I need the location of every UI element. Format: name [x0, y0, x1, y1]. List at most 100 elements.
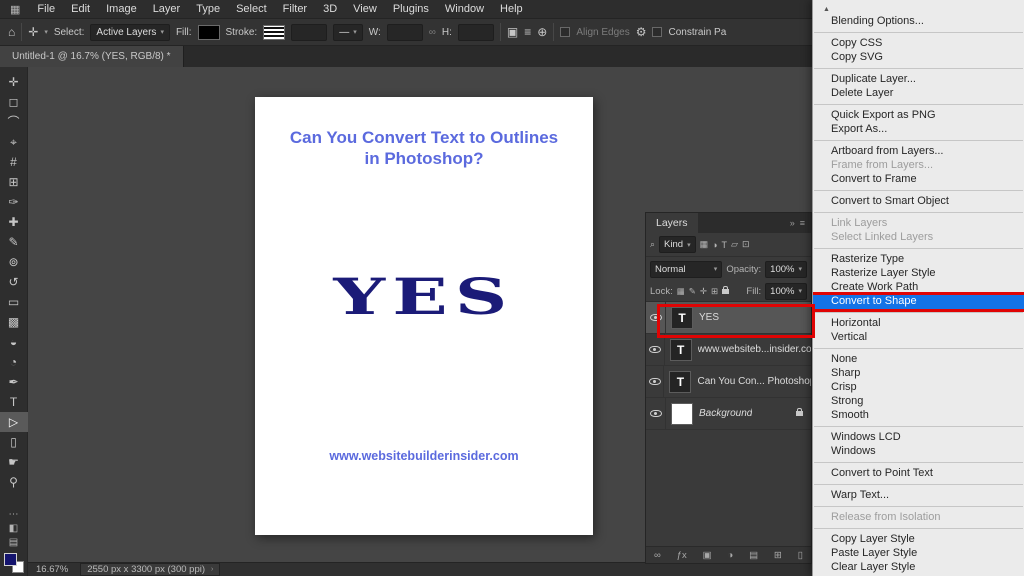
menu-item-none[interactable]: None	[813, 353, 1024, 367]
menu-item-vertical[interactable]: Vertical	[813, 331, 1024, 345]
link-layers-icon[interactable]: ∞	[654, 550, 661, 561]
path-arrange-icon[interactable]: ⊕	[537, 25, 547, 39]
menu-item-duplicate-layer[interactable]: Duplicate Layer...	[813, 73, 1024, 87]
layer-thumbnail[interactable]: T	[669, 371, 691, 393]
fill-swatch[interactable]	[198, 25, 220, 40]
menu-item-copy-css[interactable]: Copy CSS	[813, 37, 1024, 51]
app-grid-icon[interactable]: ▦	[0, 3, 29, 16]
healing-brush-tool[interactable]: ✚	[0, 212, 28, 232]
layer-mask-icon[interactable]: ▣	[703, 550, 712, 561]
quick-mask-icon[interactable]: ◧	[9, 523, 18, 534]
align-edges-checkbox[interactable]	[560, 27, 570, 37]
rectangle-tool[interactable]: ▯	[0, 432, 28, 452]
zoom-tool[interactable]: ⚲	[0, 472, 28, 492]
crop-tool[interactable]: #	[0, 152, 28, 172]
zoom-level[interactable]: 16.67%	[28, 564, 80, 575]
eraser-tool[interactable]: ▭	[0, 292, 28, 312]
type-tool[interactable]: T	[0, 392, 28, 412]
menu-help[interactable]: Help	[492, 3, 531, 15]
menu-view[interactable]: View	[345, 3, 385, 15]
fill-dropdown[interactable]: 100% ▾	[765, 283, 807, 300]
filter-pixel-icon[interactable]: ▦	[700, 239, 709, 250]
menu-item-quick-export-png[interactable]: Quick Export as PNG	[813, 109, 1024, 123]
blend-mode-dropdown[interactable]: Normal ▾	[650, 261, 722, 278]
menu-3d[interactable]: 3D	[315, 3, 345, 15]
filter-shape-icon[interactable]: ▱	[731, 239, 738, 250]
stroke-type-dropdown[interactable]: — ▾	[333, 24, 363, 41]
clone-stamp-tool[interactable]: ⊚	[0, 252, 28, 272]
menu-item-blending-options[interactable]: Blending Options...	[813, 15, 1024, 29]
filter-kind-dropdown[interactable]: Kind ▾	[659, 236, 696, 253]
collapse-panel-icon[interactable]: »	[790, 218, 795, 228]
link-dimensions-icon[interactable]: ∞	[429, 27, 436, 38]
move-tool[interactable]: ✛	[0, 72, 28, 92]
gear-icon[interactable]: ⚙	[636, 25, 647, 39]
history-brush-tool[interactable]: ↺	[0, 272, 28, 292]
menu-file[interactable]: File	[29, 3, 63, 15]
menu-window[interactable]: Window	[437, 3, 492, 15]
menu-item-warp-text[interactable]: Warp Text...	[813, 489, 1024, 503]
menu-item-windows[interactable]: Windows	[813, 445, 1024, 459]
visibility-toggle[interactable]	[646, 366, 664, 397]
constrain-checkbox[interactable]	[652, 27, 662, 37]
layer-row-yes[interactable]: T YES	[646, 302, 811, 334]
path-operations-icon[interactable]: ▣	[507, 25, 518, 39]
menu-item-export-as[interactable]: Export As...	[813, 123, 1024, 137]
menu-item-delete-layer[interactable]: Delete Layer	[813, 87, 1024, 101]
width-input[interactable]	[387, 24, 423, 41]
delete-layer-icon[interactable]: ▯	[798, 550, 803, 561]
menu-edit[interactable]: Edit	[63, 3, 98, 15]
adjustment-layer-icon[interactable]: ◑	[727, 550, 733, 561]
blur-tool[interactable]: ◒	[0, 332, 28, 352]
layer-row-heading[interactable]: T Can You Con... Photoshop?	[646, 366, 811, 398]
menu-item-convert-to-point-text[interactable]: Convert to Point Text	[813, 467, 1024, 481]
menu-item-paste-layer-style[interactable]: Paste Layer Style	[813, 547, 1024, 561]
menu-item-rasterize-layer-style[interactable]: Rasterize Layer Style	[813, 267, 1024, 281]
layer-thumbnail[interactable]: T	[671, 307, 693, 329]
document-tab[interactable]: Untitled-1 @ 16.7% (YES, RGB/8) *	[0, 46, 184, 67]
filter-type-icon[interactable]: T	[722, 240, 728, 250]
screen-mode-icon[interactable]: ▤	[9, 537, 18, 548]
eyedropper-tool[interactable]: ✑	[0, 192, 28, 212]
lock-transparency-icon[interactable]: ▦	[677, 286, 685, 297]
menu-item-sharp[interactable]: Sharp	[813, 367, 1024, 381]
menu-item-smooth[interactable]: Smooth	[813, 409, 1024, 423]
opacity-dropdown[interactable]: 100% ▾	[765, 261, 807, 278]
visibility-toggle[interactable]	[646, 302, 666, 333]
tool-preset-move-icon[interactable]: ✛	[28, 25, 38, 39]
tab-layers[interactable]: Layers	[646, 213, 698, 233]
menu-select[interactable]: Select	[228, 3, 275, 15]
object-selection-tool[interactable]: ⌖	[0, 132, 28, 152]
new-group-icon[interactable]: ▤	[749, 550, 758, 561]
layer-row-url[interactable]: T www.websiteb...insider.com	[646, 334, 811, 366]
menu-item-strong[interactable]: Strong	[813, 395, 1024, 409]
menu-item-artboard-from-layers[interactable]: Artboard from Layers...	[813, 145, 1024, 159]
document-info[interactable]: 2550 px x 3300 px (300 ppi) ›	[80, 563, 220, 576]
visibility-toggle[interactable]	[646, 334, 665, 365]
stroke-width-input[interactable]	[291, 24, 327, 41]
menu-item-copy-svg[interactable]: Copy SVG	[813, 51, 1024, 65]
lasso-tool[interactable]: ⌒	[0, 112, 28, 132]
menu-item-convert-to-smart-object[interactable]: Convert to Smart Object	[813, 195, 1024, 209]
lock-pixels-icon[interactable]: ✎	[689, 286, 696, 297]
menu-filter[interactable]: Filter	[275, 3, 315, 15]
layer-thumbnail[interactable]	[671, 403, 693, 425]
menu-layer[interactable]: Layer	[145, 3, 189, 15]
gradient-tool[interactable]: ▩	[0, 312, 28, 332]
menu-item-rasterize-type[interactable]: Rasterize Type	[813, 253, 1024, 267]
document-page[interactable]: Can You Convert Text to Outlines in Phot…	[255, 97, 593, 535]
filter-smart-object-icon[interactable]: ⊡	[742, 239, 750, 250]
home-icon[interactable]: ⌂	[8, 25, 15, 39]
brush-tool[interactable]: ✎	[0, 232, 28, 252]
menu-item-convert-to-frame[interactable]: Convert to Frame	[813, 173, 1024, 187]
menu-item-convert-to-shape[interactable]: Convert to Shape	[813, 295, 1024, 309]
foreground-color-swatch[interactable]	[4, 553, 17, 566]
stroke-swatch[interactable]	[263, 25, 285, 40]
layer-effects-icon[interactable]: ƒx	[677, 550, 687, 561]
layer-thumbnail[interactable]: T	[670, 339, 692, 361]
visibility-toggle[interactable]	[646, 398, 666, 429]
lock-position-icon[interactable]: ✛	[700, 286, 707, 297]
menu-item-crisp[interactable]: Crisp	[813, 381, 1024, 395]
lock-artboard-icon[interactable]: ⊞	[711, 286, 718, 297]
hand-tool[interactable]: ☛	[0, 452, 28, 472]
